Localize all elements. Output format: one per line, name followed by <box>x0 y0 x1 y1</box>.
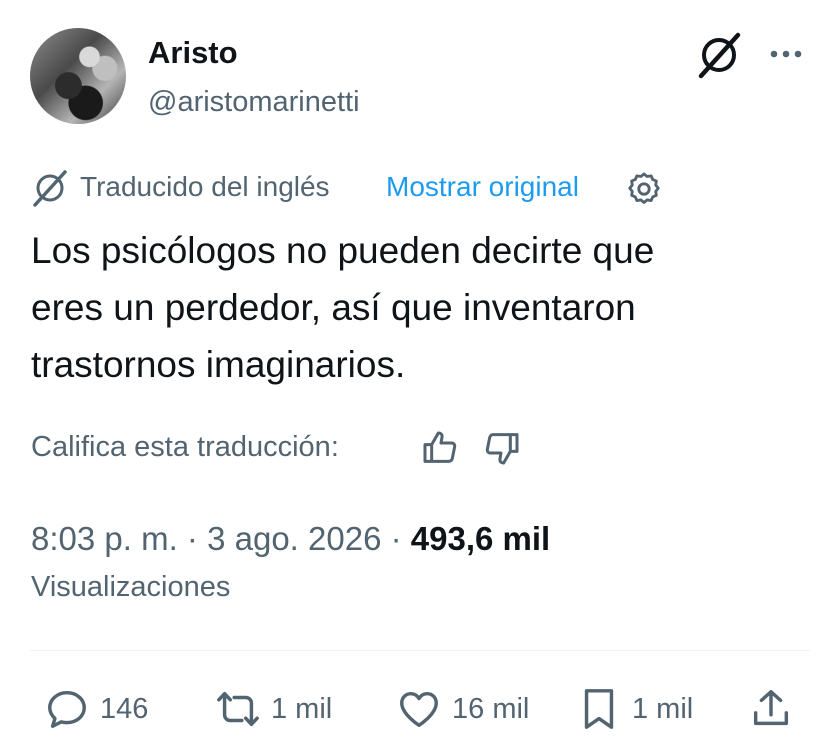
views-count: 493,6 mil <box>410 520 551 557</box>
share-button[interactable] <box>748 684 794 734</box>
bookmark-count: 1 mil <box>632 693 694 725</box>
author-display-name[interactable]: Aristo <box>148 34 238 72</box>
author-handle[interactable]: @aristomarinetti <box>148 84 360 120</box>
thumb-up-icon[interactable] <box>420 428 460 468</box>
tweet-text: Los psicólogos no pueden decirte que ere… <box>31 230 655 385</box>
like-count: 16 mil <box>452 693 530 725</box>
tweet-meta: 8:03 p. m. · 3 ago. 2026 · 493,6 mil <box>31 518 550 560</box>
share-icon <box>753 690 789 726</box>
grok-icon[interactable] <box>694 30 744 80</box>
bookmark-icon <box>584 689 614 729</box>
avatar[interactable] <box>30 28 126 124</box>
translated-from-label: Traducido del inglés <box>80 171 330 202</box>
gear-icon[interactable] <box>625 170 663 208</box>
like-icon <box>400 691 438 728</box>
bookmark-button[interactable]: 1 mil <box>576 684 693 734</box>
repost-icon <box>217 691 259 727</box>
translate-icon <box>33 170 67 207</box>
repost-count: 1 mil <box>271 693 333 725</box>
repost-button[interactable]: 1 mil <box>215 684 332 734</box>
reply-icon <box>48 690 86 728</box>
more-icon[interactable] <box>762 30 810 78</box>
meta-separator: · <box>186 520 198 557</box>
thumb-down-icon[interactable] <box>482 428 522 468</box>
tweet-time[interactable]: 8:03 p. m. <box>31 520 178 557</box>
show-original-link[interactable]: Mostrar original <box>386 169 579 205</box>
meta-separator: · <box>390 520 402 557</box>
like-button[interactable]: 16 mil <box>396 684 529 734</box>
reply-button[interactable]: 146 <box>44 684 148 734</box>
divider <box>30 650 810 651</box>
reply-count: 146 <box>100 693 149 725</box>
tweet-date[interactable]: 3 ago. 2026 <box>207 520 381 557</box>
views-label: Visualizaciones <box>31 571 231 603</box>
rate-translation-label: Califica esta traducción: <box>31 431 339 463</box>
